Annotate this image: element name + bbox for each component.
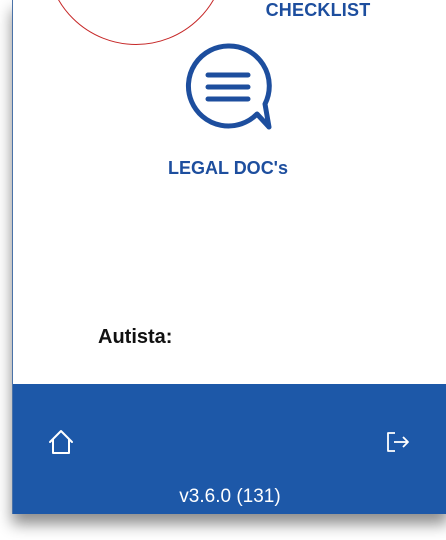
home-icon[interactable] xyxy=(47,428,75,456)
checklist-circle-button[interactable] xyxy=(46,0,226,45)
driver-label: Autista: xyxy=(98,326,173,348)
version-text: v3.6.0 (131) xyxy=(179,486,281,507)
legal-docs-label[interactable]: LEGAL DOC's xyxy=(153,158,303,179)
chat-bubble-lines-icon[interactable] xyxy=(181,40,275,134)
bottom-bar: v3.6.0 (131) xyxy=(13,384,446,514)
app-screen: CHECKLIST LEGAL DOC's Autista: v3.6.0 (1… xyxy=(12,0,446,514)
logout-icon[interactable] xyxy=(385,430,411,454)
checklist-label[interactable]: CHECKLIST xyxy=(243,0,393,21)
